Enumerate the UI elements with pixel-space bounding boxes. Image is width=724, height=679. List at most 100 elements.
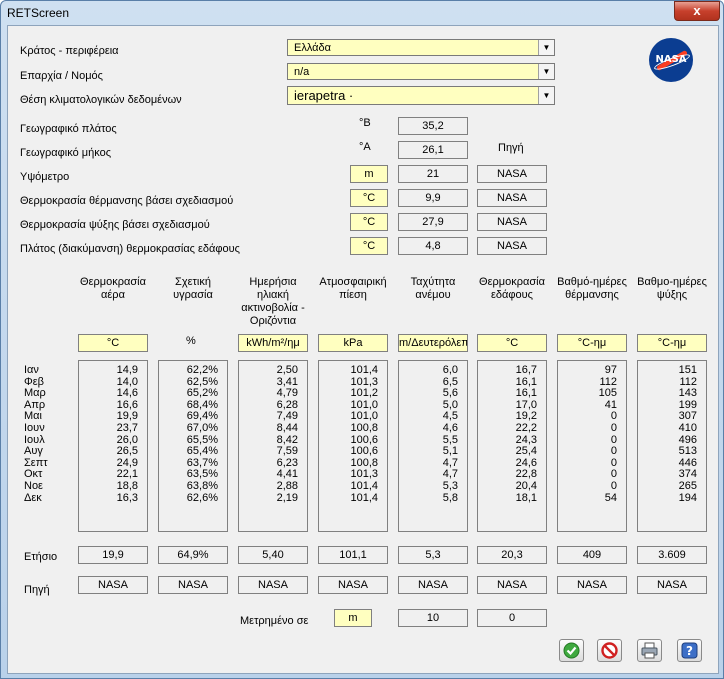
ground-range-value[interactable]: 4,8 (398, 237, 468, 255)
cooling-design-label: Θερμοκρασία ψύξης βάσει σχεδιασμού (20, 219, 210, 231)
province-select[interactable]: n/a ▼ (287, 63, 555, 80)
monthly-value: 22,2 (515, 422, 537, 434)
heating-design-unit[interactable]: °C (350, 189, 388, 207)
latitude-value[interactable]: 35,2 (398, 117, 468, 135)
source-value: NASA (477, 576, 547, 594)
column-unit[interactable]: °C (477, 334, 547, 352)
cooling-design-value[interactable]: 27,9 (398, 213, 468, 231)
monthly-value: 54 (604, 491, 617, 504)
elevation-unit[interactable]: m (350, 165, 388, 183)
latitude-label: Γεωγραφικό πλάτος (20, 123, 117, 135)
monthly-value: 62,2% (186, 364, 218, 376)
monthly-value: 0 (610, 410, 617, 423)
column-header: Ταχύτητα ανέμου (410, 276, 456, 301)
column-header: Βαθμό-ημέρες θέρμανσης (557, 276, 627, 301)
monthly-value: 0 (610, 422, 617, 434)
month-label: Δεκ (24, 491, 42, 504)
column-unit[interactable]: °C-ημ (557, 334, 627, 352)
annual-value[interactable]: 64,9% (158, 546, 228, 564)
site-label: Θέση κλιματολογικών δεδομένων (20, 94, 182, 106)
measured-unit[interactable]: m (334, 609, 372, 627)
ground-range-unit[interactable]: °C (350, 237, 388, 255)
heating-design-label: Θερμοκρασία θέρμανσης βάσει σχεδιασμού (20, 195, 234, 207)
column-unit[interactable]: m/Δευτερόλεπτο (398, 334, 468, 352)
monthly-value: 4,6 (442, 422, 458, 434)
annual-value[interactable]: 409 (557, 546, 627, 564)
monthly-value: 97 (604, 364, 617, 376)
column-header: Θερμοκρασία εδάφους (479, 276, 545, 301)
column-unit[interactable]: °C-ημ (637, 334, 707, 352)
monthly-value: 151 (678, 364, 697, 376)
column-unit[interactable]: kWh/m²/ημ (238, 334, 308, 352)
monthly-value: 194 (678, 491, 697, 504)
column-unit[interactable]: °C (78, 334, 148, 352)
monthly-value: 2,50 (276, 364, 298, 376)
monthly-value: 18,8 (116, 480, 138, 492)
monthly-value: 2,19 (276, 491, 298, 504)
cooling-design-unit[interactable]: °C (350, 213, 388, 231)
heating-design-value[interactable]: 9,9 (398, 189, 468, 207)
column-header: Βαθμο-ημέρες ψύξης (637, 276, 707, 301)
close-button[interactable]: x (674, 1, 720, 21)
print-button[interactable] (637, 639, 662, 662)
month-label: Νοε (24, 480, 43, 492)
retscreen-window: RETScreen x Κράτος - περιφέρεια Ελλάδα ▼… (0, 0, 724, 679)
country-label: Κράτος - περιφέρεια (20, 45, 119, 57)
monthly-value: 62,6% (186, 491, 218, 504)
monthly-value: 6,0 (442, 364, 458, 376)
country-select[interactable]: Ελλάδα ▼ (287, 39, 555, 56)
chevron-down-icon[interactable]: ▼ (538, 64, 554, 79)
annual-value[interactable]: 101,1 (318, 546, 388, 564)
monthly-value: 513 (678, 445, 697, 458)
monthly-value: 143 (678, 387, 697, 400)
cooling-design-source: NASA (477, 213, 547, 231)
monthly-value: 16,1 (515, 387, 537, 400)
monthly-value: 16,3 (116, 491, 138, 504)
measured-value-1[interactable]: 10 (398, 609, 468, 627)
monthly-value: 0 (610, 456, 617, 469)
monthly-value: 5,3 (442, 480, 458, 492)
title-bar[interactable]: RETScreen x (1, 1, 723, 25)
source-value: NASA (158, 576, 228, 594)
source-value: NASA (637, 576, 707, 594)
column-unit[interactable]: kPa (318, 334, 388, 352)
monthly-value: 5,1 (442, 445, 458, 458)
ok-button[interactable] (559, 639, 584, 662)
print-icon (641, 642, 658, 659)
site-value: ierapetra · (294, 88, 354, 103)
nasa-logo: NASA (649, 38, 693, 82)
monthly-value: 8,44 (276, 422, 298, 434)
source-header: Πηγή (498, 142, 524, 154)
column-header: Θερμοκρασία αέρα (80, 276, 146, 301)
column-unit: % (186, 335, 196, 347)
column-header: Σχετική υγρασία (173, 276, 213, 301)
monthly-value: 41 (604, 398, 617, 411)
chevron-down-icon[interactable]: ▼ (538, 40, 554, 55)
ground-range-source: NASA (477, 237, 547, 255)
monthly-value: 14,9 (116, 364, 138, 376)
monthly-value: 4,79 (276, 387, 298, 400)
annual-value[interactable]: 5,3 (398, 546, 468, 564)
help-button[interactable]: ? (677, 639, 702, 662)
monthly-value: 0 (610, 468, 617, 481)
monthly-value: 100,6 (350, 445, 378, 458)
source-value: NASA (238, 576, 308, 594)
chevron-down-icon[interactable]: ▼ (538, 87, 554, 104)
annual-value[interactable]: 19,9 (78, 546, 148, 564)
monthly-value: 63,8% (186, 480, 218, 492)
month-label: Μαρ (24, 387, 46, 400)
annual-value[interactable]: 5,40 (238, 546, 308, 564)
site-select[interactable]: ierapetra · ▼ (287, 86, 555, 105)
monthly-value: 105 (598, 387, 617, 400)
dialog-client: Κράτος - περιφέρεια Ελλάδα ▼ Επαρχία / Ν… (7, 25, 719, 674)
elevation-value[interactable]: 21 (398, 165, 468, 183)
source-value: NASA (78, 576, 148, 594)
annual-value[interactable]: 3.609 (637, 546, 707, 564)
measured-value-2[interactable]: 0 (477, 609, 547, 627)
annual-value[interactable]: 20,3 (477, 546, 547, 564)
annual-label: Ετήσιο (24, 551, 58, 563)
monthly-value: 18,1 (515, 491, 537, 504)
monthly-value: 0 (610, 445, 617, 458)
cancel-button[interactable] (597, 639, 622, 662)
longitude-value[interactable]: 26,1 (398, 141, 468, 159)
